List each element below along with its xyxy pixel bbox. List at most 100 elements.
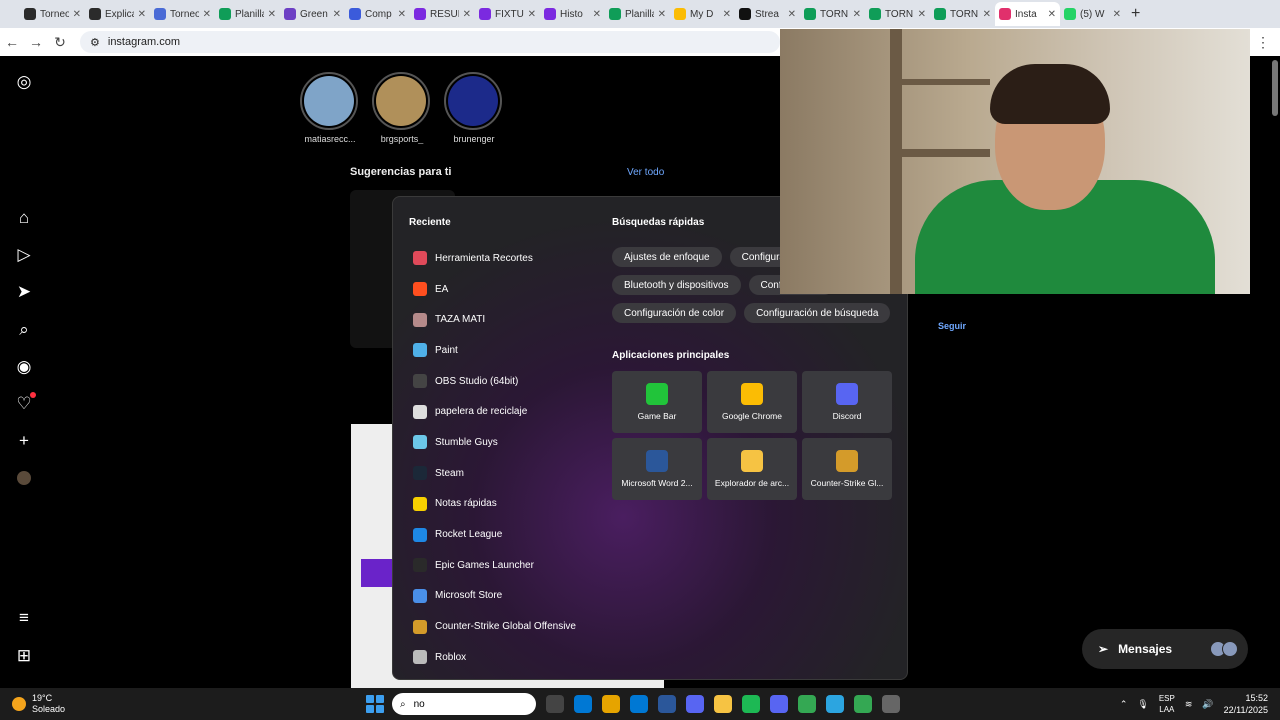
new-tab-icon[interactable]: +	[1131, 5, 1140, 23]
close-tab-icon[interactable]: ✕	[73, 9, 81, 20]
apps-grid-icon[interactable]: ⊞	[14, 646, 34, 666]
pinned-app-icon[interactable]	[546, 695, 564, 713]
direct-icon[interactable]: ➤	[14, 282, 34, 302]
pinned-app-icon[interactable]	[798, 695, 816, 713]
browser-tab[interactable]: Insta ✕	[995, 2, 1060, 26]
more-menu-icon[interactable]: ≡	[14, 608, 34, 628]
weather-widget[interactable]: 19°C Soleado	[12, 693, 65, 715]
browser-tab[interactable]: Strea ✕	[735, 2, 800, 26]
recent-app-item[interactable]: Microsoft Store	[413, 581, 576, 612]
recent-app-item[interactable]: Paint	[413, 335, 576, 366]
wifi-icon[interactable]: ≋	[1185, 699, 1193, 710]
close-tab-icon[interactable]: ✕	[138, 9, 146, 20]
pinned-app-icon[interactable]	[714, 695, 732, 713]
pinned-app-icon[interactable]	[770, 695, 788, 713]
top-app-tile[interactable]: Game Bar	[612, 371, 702, 433]
pinned-app-icon[interactable]	[574, 695, 592, 713]
browser-tab[interactable]: FIXTU ✕	[475, 2, 540, 26]
recent-app-item[interactable]: Rocket League	[413, 519, 576, 550]
top-app-tile[interactable]: Explorador de arc...	[707, 438, 797, 500]
see-all-link[interactable]: Ver todo	[627, 167, 664, 178]
recent-app-item[interactable]: Herramienta Recortes	[413, 243, 576, 274]
story-item[interactable]: brunenger	[444, 72, 504, 144]
browser-tab[interactable]: TORN ✕	[865, 2, 930, 26]
browser-tab[interactable]: Green ✕	[280, 2, 345, 26]
browser-tab[interactable]: TORN ✕	[930, 2, 995, 26]
recent-app-item[interactable]: Stumble Guys	[413, 427, 576, 458]
windows-start-icon[interactable]	[366, 695, 384, 713]
clock[interactable]: 15:52 22/11/2025	[1224, 692, 1268, 716]
browser-tab[interactable]: Torneo ✕	[150, 2, 215, 26]
recent-app-item[interactable]: Epic Games Launcher	[413, 550, 576, 581]
browser-tab[interactable]: Torneo ✕	[20, 2, 85, 26]
browser-menu-icon[interactable]: ⋮	[1256, 34, 1270, 51]
pinned-app-icon[interactable]	[686, 695, 704, 713]
messages-button[interactable]: ➢ Mensajes	[1082, 629, 1248, 669]
reels-icon[interactable]: ▷	[14, 245, 34, 265]
close-tab-icon[interactable]: ✕	[723, 9, 731, 20]
create-icon[interactable]: +	[14, 431, 34, 451]
profile-avatar[interactable]	[14, 468, 34, 488]
recent-app-item[interactable]: papelera de reciclaje	[413, 396, 576, 427]
close-tab-icon[interactable]: ✕	[203, 9, 211, 20]
top-app-tile[interactable]: Counter-Strike Gl...	[802, 438, 892, 500]
close-tab-icon[interactable]: ✕	[788, 9, 796, 20]
close-tab-icon[interactable]: ✕	[918, 9, 926, 20]
explore-icon[interactable]: ◉	[14, 357, 34, 377]
taskbar-search-input[interactable]: ⌕ no	[392, 693, 536, 715]
follow-link[interactable]: Seguir	[938, 321, 966, 331]
recent-app-item[interactable]: Roblox	[413, 642, 576, 673]
forward-icon[interactable]: →	[24, 34, 48, 50]
top-app-tile[interactable]: Google Chrome	[707, 371, 797, 433]
site-info-icon[interactable]: ⚙	[90, 36, 100, 49]
pinned-app-icon[interactable]	[602, 695, 620, 713]
story-item[interactable]: matiasrecc...	[300, 72, 360, 144]
browser-tab[interactable]: Histo ✕	[540, 2, 605, 26]
close-tab-icon[interactable]: ✕	[463, 9, 471, 20]
pinned-app-icon[interactable]	[882, 695, 900, 713]
search-icon[interactable]: ⌕	[14, 320, 34, 340]
top-app-tile[interactable]: Discord	[802, 371, 892, 433]
page-scrollbar[interactable]	[1272, 60, 1278, 116]
url-field[interactable]: ⚙ instagram.com	[80, 31, 780, 53]
close-tab-icon[interactable]: ✕	[333, 9, 341, 20]
browser-tab[interactable]: Comp ✕	[345, 2, 410, 26]
language-indicator[interactable]: ESP LAA	[1159, 693, 1175, 715]
close-tab-icon[interactable]: ✕	[528, 9, 536, 20]
close-tab-icon[interactable]: ✕	[658, 9, 666, 20]
close-tab-icon[interactable]: ✕	[1113, 9, 1121, 20]
microphone-icon[interactable]: 🎙	[1137, 699, 1148, 710]
pinned-app-icon[interactable]	[826, 695, 844, 713]
browser-tab[interactable]: Planilla ✕	[215, 2, 280, 26]
recent-app-item[interactable]: Counter-Strike Global Offensive	[413, 611, 576, 642]
browser-tab[interactable]: My D ✕	[670, 2, 735, 26]
close-tab-icon[interactable]: ✕	[853, 9, 861, 20]
recent-app-item[interactable]: Steam	[413, 458, 576, 489]
reload-icon[interactable]: ↻	[48, 34, 72, 51]
recent-app-item[interactable]: EA	[413, 274, 576, 305]
close-tab-icon[interactable]: ✕	[593, 9, 601, 20]
recent-app-item[interactable]: TAZA MATI	[413, 304, 576, 335]
pinned-app-icon[interactable]	[854, 695, 872, 713]
back-icon[interactable]: ←	[0, 34, 24, 50]
close-tab-icon[interactable]: ✕	[983, 9, 991, 20]
home-icon[interactable]: ⌂	[14, 208, 34, 228]
close-tab-icon[interactable]: ✕	[1048, 9, 1056, 20]
instagram-logo-icon[interactable]: ◎	[14, 72, 34, 92]
browser-tab[interactable]: (5) W ✕	[1060, 2, 1125, 26]
quick-search-chip[interactable]: Ajustes de enfoque	[612, 247, 722, 267]
browser-tab[interactable]: RESUL ✕	[410, 2, 475, 26]
pinned-app-icon[interactable]	[658, 695, 676, 713]
browser-tab[interactable]: Planilla ✕	[605, 2, 670, 26]
top-app-tile[interactable]: Microsoft Word 2...	[612, 438, 702, 500]
quick-search-chip[interactable]: Configuración de búsqueda	[744, 303, 891, 323]
volume-icon[interactable]: 🔊	[1202, 699, 1213, 710]
notifications-icon[interactable]: ♡	[14, 392, 36, 414]
recent-app-item[interactable]: Notas rápidas	[413, 489, 576, 520]
recent-app-item[interactable]: OBS Studio (64bit)	[413, 366, 576, 397]
pinned-app-icon[interactable]	[742, 695, 760, 713]
browser-tab[interactable]: Explica ✕	[85, 2, 150, 26]
close-tab-icon[interactable]: ✕	[398, 9, 406, 20]
quick-search-chip[interactable]: Configuración de color	[612, 303, 737, 323]
quick-search-chip[interactable]: Bluetooth y dispositivos	[612, 275, 741, 295]
